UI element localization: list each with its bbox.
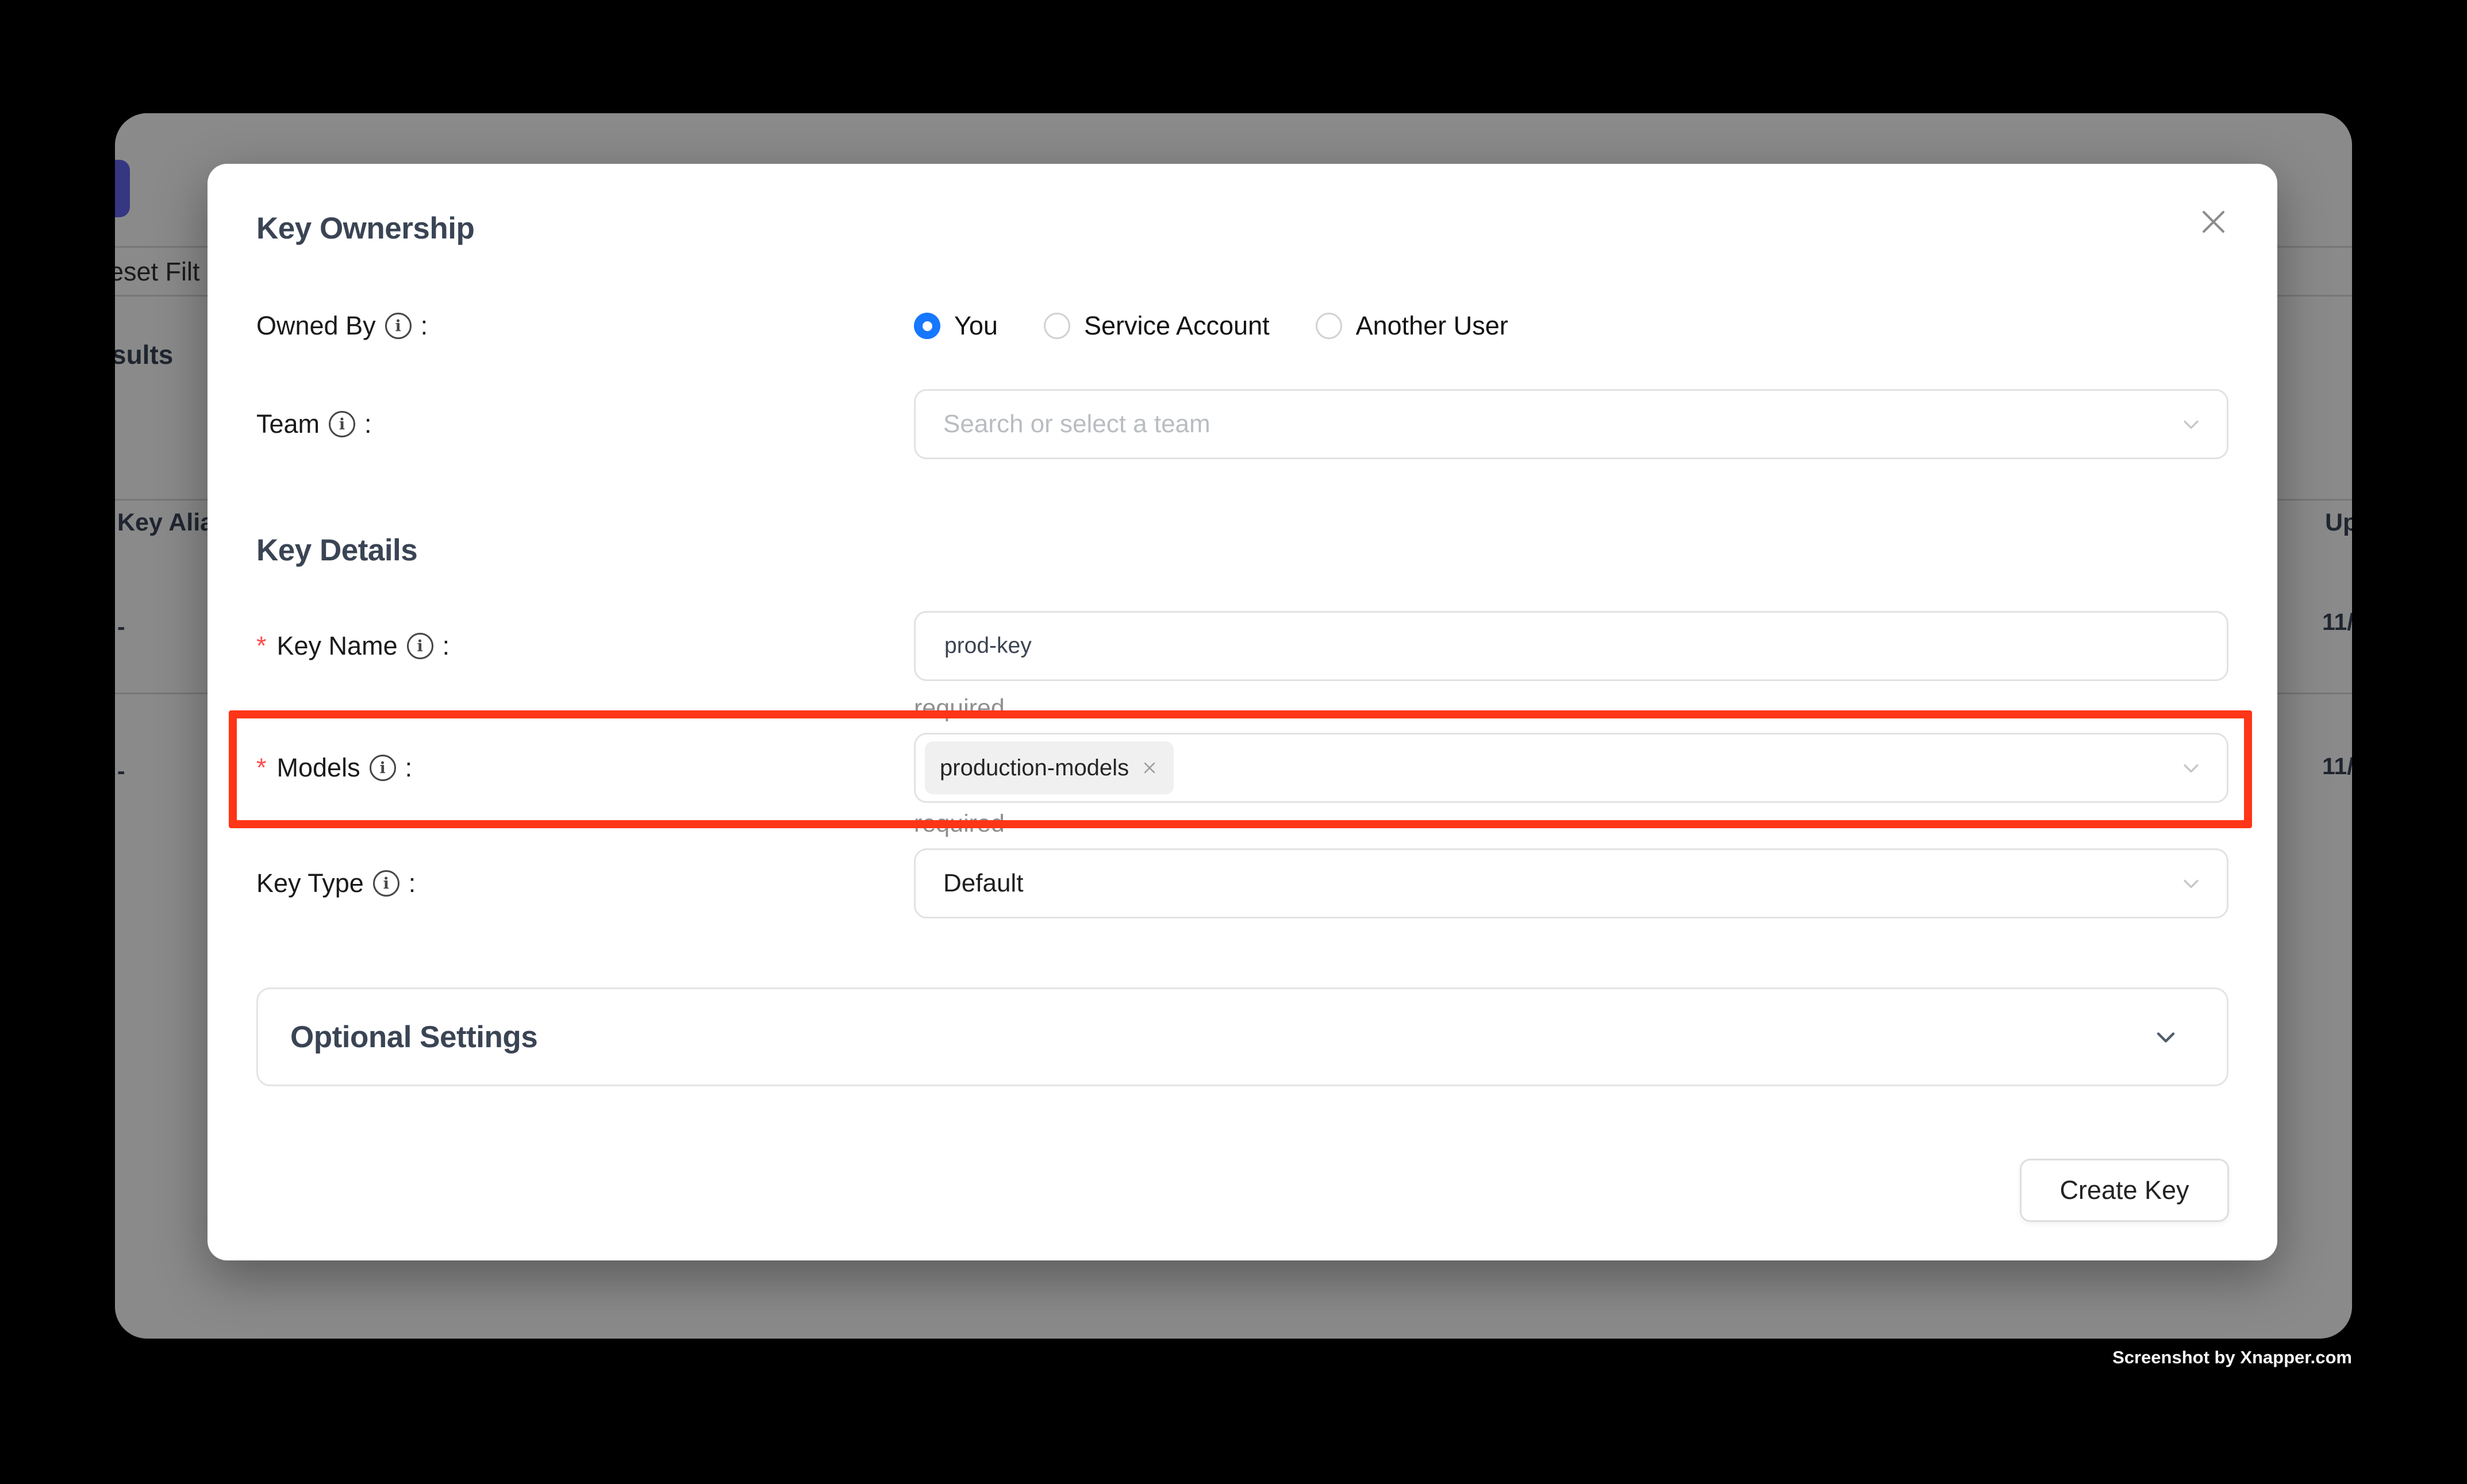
label-colon: : <box>443 631 450 661</box>
key-type-select[interactable]: Default <box>914 848 2228 918</box>
radio-option-you[interactable]: You <box>914 311 998 341</box>
info-icon-glyph: i <box>395 318 401 334</box>
key-name-validation-message: required <box>914 688 1005 728</box>
key-name-label-text: Key Name <box>277 631 398 661</box>
app-window: eset Filt sults Key Alia Up - 11/ - 11/ <box>115 113 2352 1339</box>
key-type-label: Key Type i : <box>256 848 416 918</box>
key-details-heading: Key Details <box>256 533 417 568</box>
team-select[interactable]: Search or select a team <box>914 389 2228 459</box>
key-name-field <box>914 611 2228 681</box>
info-icon[interactable]: i <box>370 755 396 781</box>
radio-unselected-icon[interactable] <box>1316 313 1342 339</box>
required-asterisk: * <box>256 631 267 661</box>
label-colon: : <box>409 868 416 898</box>
key-type-selected-value: Default <box>916 869 1023 898</box>
create-key-button[interactable]: Create Key <box>2020 1159 2229 1222</box>
chevron-down-icon[interactable] <box>2151 1022 2181 1052</box>
team-label-text: Team <box>256 409 320 439</box>
screenshot-canvas: eset Filt sults Key Alia Up - 11/ - 11/ <box>0 0 2467 1484</box>
optional-settings-panel[interactable]: Optional Settings <box>256 987 2228 1086</box>
radio-label: Service Account <box>1084 311 1270 341</box>
chevron-down-icon <box>2178 755 2204 781</box>
modal-title: Key Ownership <box>256 211 474 246</box>
chevron-down-icon <box>2178 412 2204 437</box>
info-icon[interactable]: i <box>329 411 355 437</box>
team-select-placeholder: Search or select a team <box>916 410 1211 439</box>
watermark-text: Screenshot by Xnapper.com <box>2112 1347 2352 1368</box>
radio-option-service-account[interactable]: Service Account <box>1044 311 1270 341</box>
key-name-input[interactable] <box>916 633 2126 659</box>
info-icon-glyph: i <box>379 760 385 776</box>
create-key-modal: Key Ownership Owned By i : You Service A… <box>207 164 2277 1260</box>
info-icon-glyph: i <box>417 639 422 654</box>
remove-tag-icon[interactable] <box>1140 759 1159 777</box>
models-validation-message: required <box>914 803 1005 844</box>
chevron-down-icon <box>2178 871 2204 896</box>
radio-option-another-user[interactable]: Another User <box>1316 311 1508 341</box>
close-icon[interactable] <box>2193 202 2234 242</box>
radio-label: Another User <box>1356 311 1508 341</box>
info-icon-glyph: i <box>383 876 389 891</box>
label-colon: : <box>405 753 413 783</box>
team-label: Team i : <box>256 389 372 459</box>
label-colon: : <box>364 409 372 439</box>
info-icon[interactable]: i <box>385 313 412 339</box>
models-label: * Models i : <box>256 733 412 803</box>
models-select[interactable]: production-models <box>914 733 2228 803</box>
selected-model-tag-label: production-models <box>940 755 1129 781</box>
owned-by-label: Owned By i : <box>256 295 428 357</box>
models-label-text: Models <box>277 753 360 783</box>
owned-by-radio-group: You Service Account Another User <box>914 295 1508 357</box>
key-name-label: * Key Name i : <box>256 611 449 681</box>
info-icon[interactable]: i <box>407 633 433 659</box>
info-icon-glyph: i <box>339 417 345 432</box>
selected-model-tag: production-models <box>925 741 1174 794</box>
radio-unselected-icon[interactable] <box>1044 313 1070 339</box>
radio-selected-icon[interactable] <box>914 313 940 339</box>
info-icon[interactable]: i <box>373 870 399 897</box>
label-colon: : <box>421 311 428 341</box>
optional-settings-title: Optional Settings <box>290 1020 537 1055</box>
owned-by-label-text: Owned By <box>256 311 376 341</box>
radio-label: You <box>954 311 998 341</box>
required-asterisk: * <box>256 753 267 783</box>
key-type-label-text: Key Type <box>256 868 364 898</box>
